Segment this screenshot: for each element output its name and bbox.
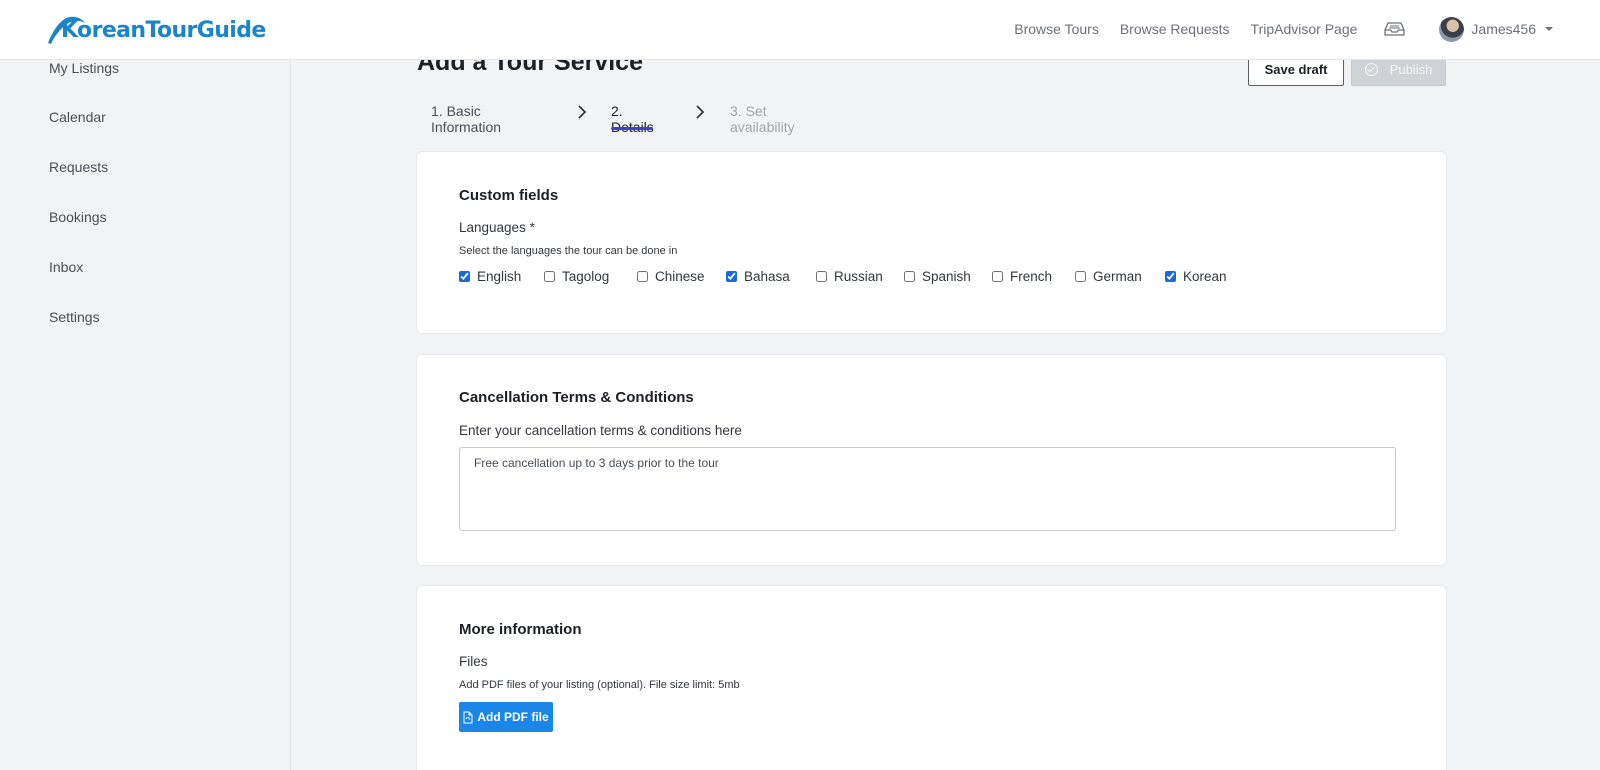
publish-button-label: Publish (1389, 62, 1433, 77)
language-label: German (1093, 268, 1142, 284)
english-checkbox[interactable] (459, 270, 470, 282)
cancellation-card: Cancellation Terms & Conditions Enter yo… (416, 354, 1447, 566)
files-label: Files (459, 654, 488, 669)
inbox-tray-icon[interactable] (1384, 21, 1406, 37)
russian-checkbox[interactable] (816, 270, 827, 282)
korean-checkbox[interactable] (1165, 270, 1176, 282)
chinese-checkbox[interactable] (637, 270, 648, 282)
add-pdf-file-button[interactable]: Add PDF file (459, 702, 553, 732)
more-information-card: More information Files Add PDF files of … (416, 585, 1447, 770)
german-checkbox[interactable] (1075, 270, 1086, 282)
custom-fields-title: Custom fields (459, 187, 559, 204)
avatar (1439, 16, 1465, 42)
nav-browse-requests[interactable]: Browse Requests (1120, 21, 1230, 37)
sidebar-item-requests[interactable]: Requests (49, 159, 108, 175)
step-basic-information[interactable]: 1. Basic Information (431, 103, 501, 135)
sidebar-item-my-listings[interactable]: My Listings (49, 60, 119, 76)
add-pdf-file-label: Add PDF file (477, 710, 549, 724)
cancellation-title: Cancellation Terms & Conditions (459, 389, 694, 406)
nav-browse-tours[interactable]: Browse Tours (1014, 21, 1099, 37)
logo-swoosh-icon (48, 16, 85, 44)
language-label: Spanish (922, 268, 971, 284)
language-option-russian[interactable]: Russian (816, 269, 904, 284)
chevron-right-icon (578, 105, 587, 119)
tagolog-checkbox[interactable] (544, 270, 555, 282)
username: James456 (1471, 21, 1536, 37)
language-label: French (1010, 268, 1053, 284)
language-label: Russian (834, 268, 883, 284)
cancellation-terms-textarea[interactable]: Free cancellation up to 3 days prior to … (459, 447, 1396, 531)
active-step-indicator (611, 127, 653, 130)
language-label: Tagolog (562, 268, 610, 284)
check-circle-icon (1364, 63, 1378, 76)
step-details[interactable]: 2. Details (611, 103, 654, 135)
nav-tripadvisor-page[interactable]: TripAdvisor Page (1251, 21, 1358, 37)
language-option-bahasa[interactable]: Bahasa (726, 269, 816, 284)
sidebar-item-calendar[interactable]: Calendar (49, 109, 106, 125)
language-option-chinese[interactable]: Chinese (637, 269, 726, 284)
chevron-right-icon (696, 105, 705, 119)
more-information-title: More information (459, 621, 582, 638)
sidebar: My Listings Calendar Requests Bookings I… (0, 60, 291, 770)
sidebar-item-inbox[interactable]: Inbox (49, 259, 83, 275)
step-set-availability[interactable]: 3. Set availability (730, 103, 795, 135)
files-hint: Add PDF files of your listing (optional)… (459, 679, 740, 691)
top-navbar: KoreanTourGuide Browse Tours Browse Requ… (0, 0, 1600, 60)
brand-logo[interactable]: KoreanTourGuide (47, 14, 266, 48)
language-option-french[interactable]: French (992, 269, 1075, 284)
language-label: Korean (1183, 268, 1227, 284)
language-option-english[interactable]: English (459, 269, 544, 284)
spanish-checkbox[interactable] (904, 270, 915, 282)
language-option-korean[interactable]: Korean (1165, 269, 1245, 284)
language-label: Chinese (655, 268, 705, 284)
language-label: Bahasa (744, 268, 790, 284)
languages-checkbox-group: English Tagolog Chinese Bahasa Russian S… (459, 268, 1245, 284)
language-option-tagolog[interactable]: Tagolog (544, 269, 637, 284)
sidebar-item-bookings[interactable]: Bookings (49, 209, 107, 225)
pdf-file-icon (463, 711, 473, 723)
cancellation-label: Enter your cancellation terms & conditio… (459, 423, 742, 438)
custom-fields-card: Custom fields Languages * Select the lan… (416, 151, 1447, 334)
language-option-german[interactable]: German (1075, 269, 1165, 284)
caret-down-icon (1545, 27, 1553, 31)
languages-label: Languages * (459, 220, 535, 235)
top-nav-links: Browse Tours Browse Requests TripAdvisor… (1014, 0, 1600, 58)
user-menu[interactable]: James456 (1439, 16, 1553, 42)
languages-hint: Select the languages the tour can be don… (459, 245, 678, 257)
bahasa-checkbox[interactable] (726, 270, 737, 282)
sidebar-item-settings[interactable]: Settings (49, 309, 100, 325)
french-checkbox[interactable] (992, 270, 1003, 282)
language-option-spanish[interactable]: Spanish (904, 269, 992, 284)
language-label: English (477, 268, 522, 284)
